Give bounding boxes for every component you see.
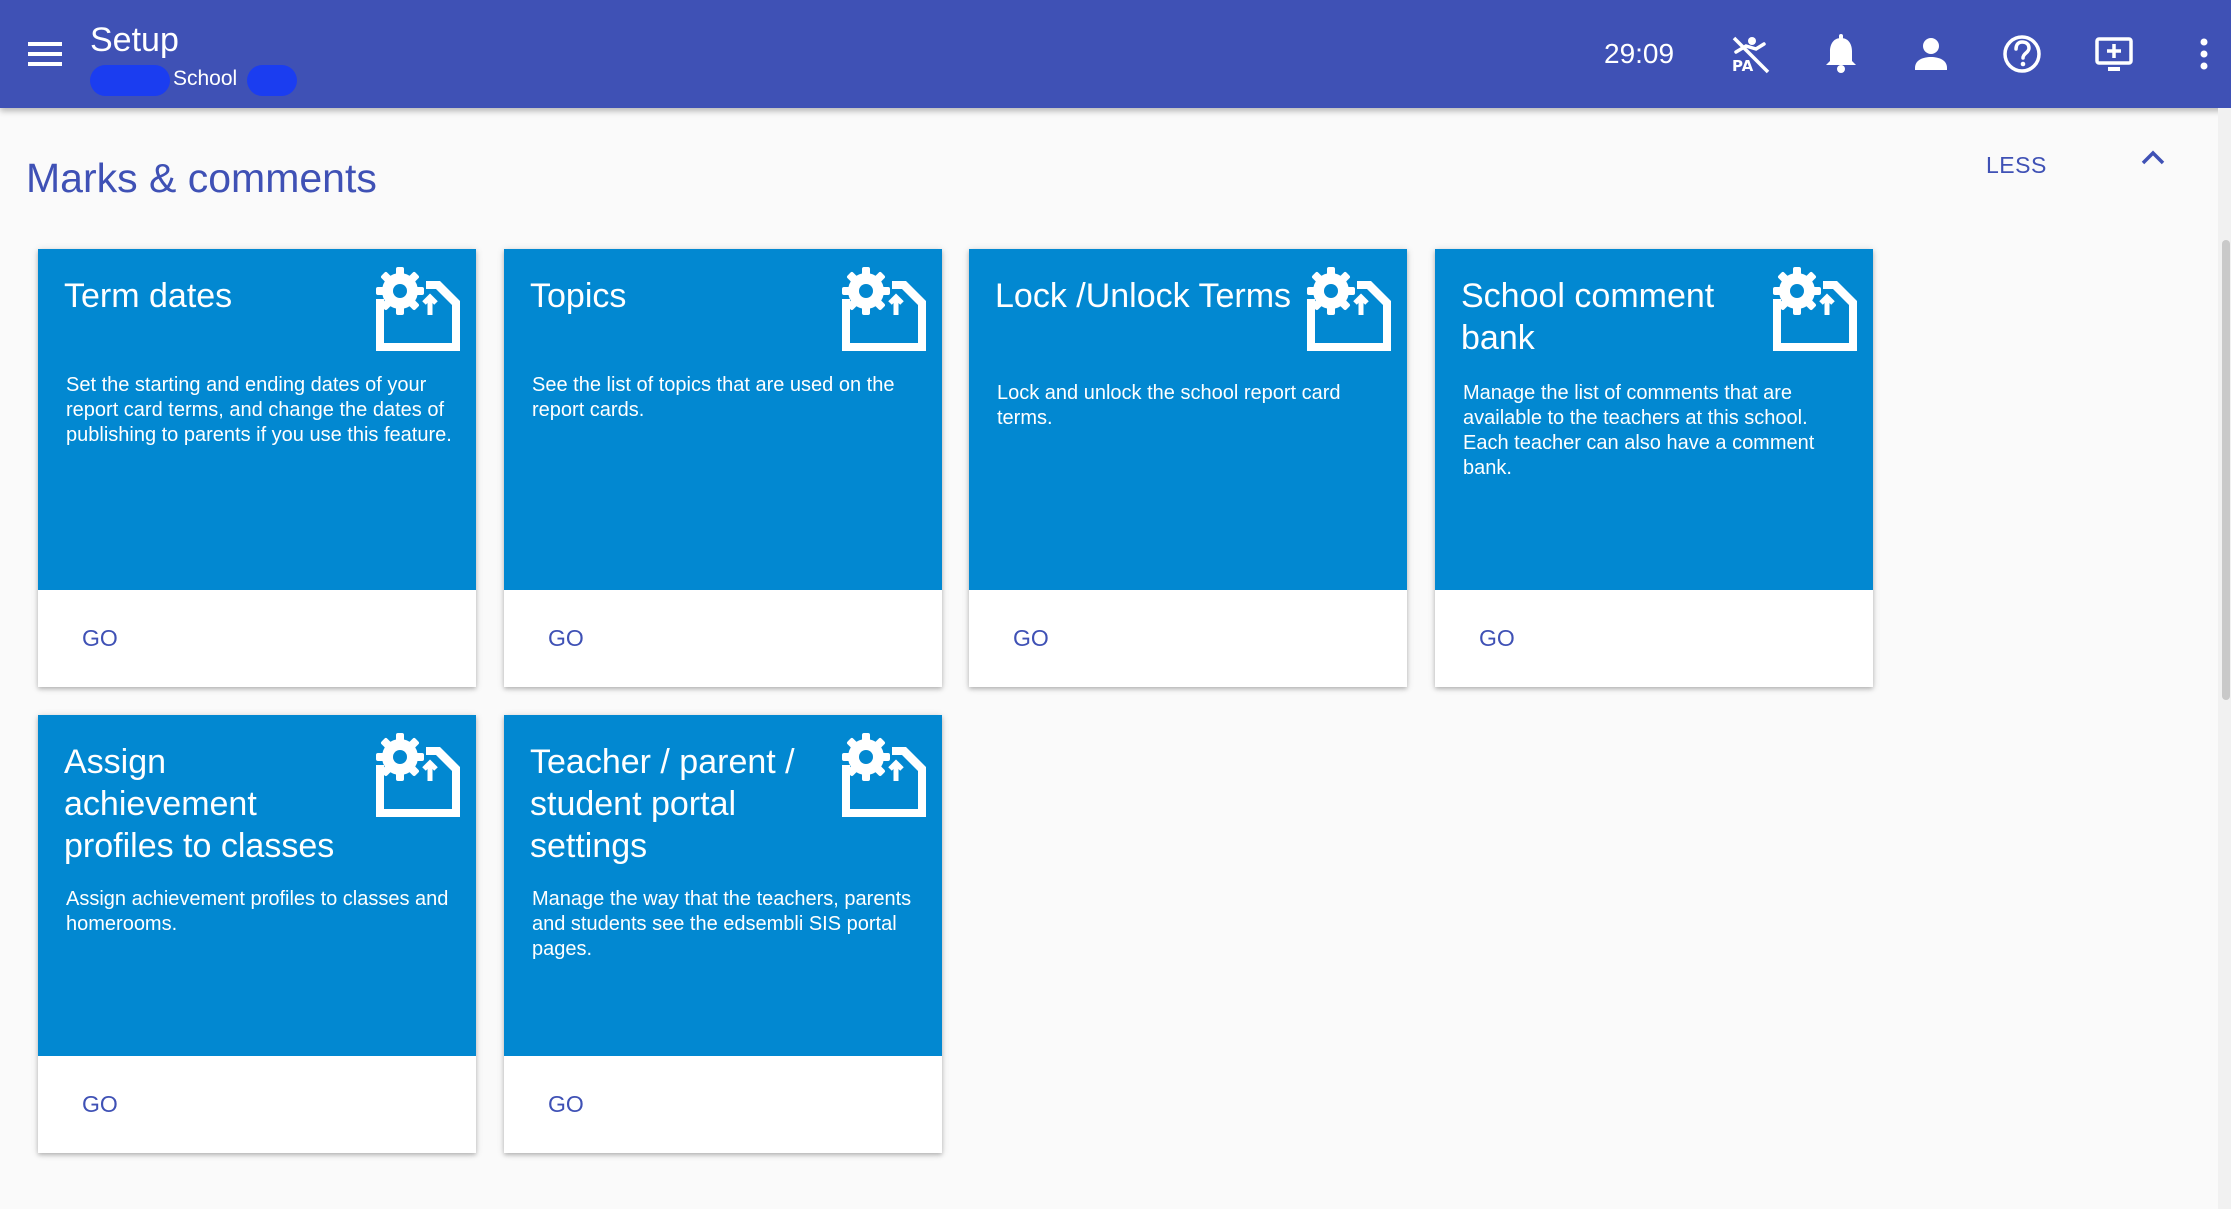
- card-description: See the list of topics that are used on …: [532, 374, 895, 421]
- card-title: Lock /Unlock Terms: [995, 277, 1292, 315]
- card-description: Manage the list of comments that are ava…: [1463, 382, 1815, 479]
- card-description: Set the starting and ending dates of you…: [66, 374, 452, 446]
- card-title: School comment bank: [1461, 277, 1715, 357]
- card-topics: Topics See the list of topics that are u…: [504, 249, 942, 687]
- title-block: Setup School: [90, 20, 297, 96]
- settings-folder-icon: [376, 733, 460, 817]
- card-term-dates: Term dates Set the starting and ending d…: [38, 249, 476, 687]
- more-vert-icon[interactable]: [2180, 30, 2228, 78]
- card-assign-achievement-profiles: Assign achievement profiles to classes A…: [38, 715, 476, 1153]
- less-button[interactable]: LESS: [1986, 150, 2047, 180]
- card-title: Topics: [530, 277, 627, 315]
- school-label: School: [173, 67, 238, 90]
- menu-icon[interactable]: [22, 32, 68, 76]
- card-title: Teacher / parent / student portal settin…: [530, 743, 795, 865]
- settings-folder-icon: [1307, 267, 1391, 351]
- bell-icon[interactable]: [1817, 30, 1865, 78]
- go-button[interactable]: GO: [68, 1084, 148, 1124]
- go-button[interactable]: GO: [1465, 618, 1545, 658]
- redacted-text: [90, 65, 170, 96]
- session-timer: 29:09: [1604, 38, 1675, 69]
- settings-folder-icon: [376, 267, 460, 351]
- card-title: Term dates: [64, 277, 233, 315]
- settings-folder-icon: [842, 267, 926, 351]
- go-button[interactable]: GO: [999, 618, 1079, 658]
- card-description: Assign achievement profiles to classes a…: [66, 888, 449, 935]
- go-button[interactable]: GO: [68, 618, 148, 658]
- card-portal-settings: Teacher / parent / student portal settin…: [504, 715, 942, 1153]
- card-description: Manage the way that the teachers, parent…: [532, 888, 912, 960]
- card-school-comment-bank: School comment bank Manage the list of c…: [1435, 249, 1873, 687]
- page-title: Setup: [90, 21, 179, 59]
- card-header: Teacher / parent / student portal settin…: [504, 715, 942, 1056]
- card-title: Assign achievement profiles to classes: [64, 743, 335, 865]
- card-header: Lock /Unlock Terms Lock and unlock the s…: [969, 249, 1407, 590]
- chevron-up-icon[interactable]: [2135, 140, 2171, 176]
- settings-folder-icon: [842, 733, 926, 817]
- app-bar: Setup School 29:09 PA: [0, 0, 2231, 108]
- card-header: Topics See the list of topics that are u…: [504, 249, 942, 590]
- settings-folder-icon: [1773, 267, 1857, 351]
- card-header: Term dates Set the starting and ending d…: [38, 249, 476, 590]
- person-icon[interactable]: [1907, 30, 1955, 78]
- card-description: Lock and unlock the school report card t…: [997, 382, 1341, 429]
- card-lock-unlock-terms: Lock /Unlock Terms Lock and unlock the s…: [969, 249, 1407, 687]
- scrollbar-thumb[interactable]: [2222, 240, 2230, 700]
- go-button[interactable]: GO: [534, 1084, 614, 1124]
- go-button[interactable]: GO: [534, 618, 614, 658]
- redacted-text: [247, 65, 297, 96]
- school-subtitle: School: [90, 62, 297, 96]
- card-header: Assign achievement profiles to classes A…: [38, 715, 476, 1056]
- svg-text:PA: PA: [1732, 57, 1754, 75]
- help-icon[interactable]: [1998, 30, 2046, 78]
- card-header: School comment bank Manage the list of c…: [1435, 249, 1873, 590]
- pa-off-icon[interactable]: PA: [1726, 30, 1774, 78]
- screen-share-icon[interactable]: [2090, 30, 2138, 78]
- section-title: Marks & comments: [26, 155, 377, 201]
